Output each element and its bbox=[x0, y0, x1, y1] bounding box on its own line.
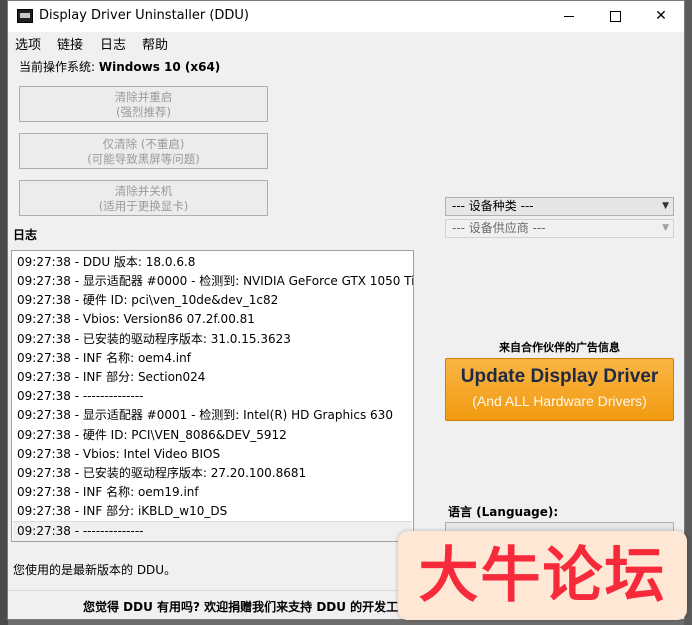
clean-restart-sublabel: (强烈推荐) bbox=[116, 105, 171, 119]
log-line: 09:27:38 - Vbios: Version86 07.2f.00.81 bbox=[17, 312, 255, 326]
watermark-text: 大牛论坛 bbox=[418, 541, 667, 611]
device-type-select[interactable]: --- 设备种类 --- ▼ bbox=[445, 197, 674, 216]
device-vendor-select[interactable]: --- 设备供应商 --- ▼ bbox=[445, 219, 674, 238]
menu-bar: 选项 链接 日志 帮助 bbox=[8, 32, 684, 53]
log-line: 09:27:38 - 硬件 ID: PCI\VEN_8086&DEV_5912 bbox=[17, 428, 287, 442]
clean-shutdown-sublabel: (适用于更换显卡) bbox=[98, 199, 189, 213]
log-line: 09:27:38 - -------------- bbox=[17, 389, 144, 403]
close-icon[interactable]: ✕ bbox=[638, 1, 684, 32]
device-type-value: --- 设备种类 --- bbox=[452, 199, 534, 213]
clean-restart-label: 清除并重启 bbox=[114, 90, 173, 104]
clean-no-restart-button[interactable]: 仅清除 (不重启) (可能导致黑屏等问题) bbox=[19, 133, 268, 169]
menu-log[interactable]: 日志 bbox=[100, 34, 126, 53]
menu-help[interactable]: 帮助 bbox=[142, 34, 168, 53]
desktop-background-right bbox=[684, 0, 692, 625]
title-bar[interactable]: Display Driver Uninstaller (DDU) ✕ bbox=[8, 1, 684, 32]
menu-options[interactable]: 选项 bbox=[15, 34, 41, 53]
window-title: Display Driver Uninstaller (DDU) bbox=[39, 8, 250, 23]
language-label: 语言 (Language): bbox=[448, 505, 559, 519]
clean-no-restart-label: 仅清除 (不重启) bbox=[102, 137, 185, 151]
clean-no-restart-sublabel: (可能导致黑屏等问题) bbox=[87, 152, 200, 166]
clean-shutdown-label: 清除并关机 bbox=[114, 184, 173, 198]
log-line: 09:27:38 - 已安装的驱动程序版本: 27.20.100.8681 bbox=[17, 466, 307, 480]
device-vendor-value: --- 设备供应商 --- bbox=[452, 221, 546, 235]
maximize-icon[interactable] bbox=[592, 1, 638, 32]
log-line: 09:27:38 - 显示适配器 #0000 - 检测到: NVIDIA GeF… bbox=[17, 274, 414, 288]
ddu-app-icon bbox=[17, 9, 33, 23]
log-line: 09:27:38 - INF 名称: oem4.inf bbox=[17, 351, 191, 365]
log-line: 09:27:38 - INF 部分: Section024 bbox=[17, 370, 206, 384]
log-line: 09:27:38 - INF 部分: iKBLD_w10_DS bbox=[17, 504, 228, 518]
os-label: 当前操作系统: bbox=[19, 60, 96, 74]
donate-link[interactable]: 您觉得 DDU 有用吗? 欢迎捐赠我们来支持 DDU 的开发工作 bbox=[83, 598, 410, 615]
log-line: 09:27:38 - 硬件 ID: pci\ven_10de&dev_1c82 bbox=[17, 293, 279, 307]
ad-caption: 来自合作伙伴的广告信息 bbox=[499, 341, 620, 354]
minimize-icon[interactable] bbox=[546, 1, 592, 32]
log-label: 日志 bbox=[13, 228, 38, 242]
log-line: 09:27:38 - 已安装的驱动程序版本: 31.0.15.3623 bbox=[17, 332, 291, 346]
log-line: 09:27:38 - INF 名称: oem19.inf bbox=[17, 485, 199, 499]
status-text: 您使用的是最新版本的 DDU。 bbox=[13, 563, 177, 577]
log-line: 09:27:38 - 显示适配器 #0001 - 检测到: Intel(R) H… bbox=[17, 408, 393, 422]
ad-subtitle: (And ALL Hardware Drivers) bbox=[472, 393, 647, 409]
update-driver-ad-button[interactable]: Update Display Driver (And ALL Hardware … bbox=[445, 358, 674, 421]
ddu-window: Display Driver Uninstaller (DDU) ✕ 选项 链接… bbox=[7, 0, 685, 620]
chevron-down-icon: ▼ bbox=[662, 223, 669, 233]
log-line: 09:27:38 - Vbios: Intel Video BIOS bbox=[17, 447, 221, 461]
log-list[interactable]: 09:27:38 - DDU 版本: 18.0.6.8 09:27:38 - 显… bbox=[11, 250, 414, 542]
log-line-selected: 09:27:38 - -------------- bbox=[13, 521, 412, 541]
clean-shutdown-button[interactable]: 清除并关机 (适用于更换显卡) bbox=[19, 180, 268, 216]
os-info: 当前操作系统: Windows 10 (x64) bbox=[19, 58, 220, 75]
log-line: 09:27:38 - DDU 版本: 18.0.6.8 bbox=[17, 255, 196, 269]
ad-title: Update Display Driver bbox=[460, 366, 659, 387]
os-value: Windows 10 (x64) bbox=[98, 60, 221, 74]
menu-links[interactable]: 链接 bbox=[57, 34, 83, 53]
forum-watermark: 大牛论坛 bbox=[398, 531, 687, 620]
clean-restart-button[interactable]: 清除并重启 (强烈推荐) bbox=[19, 86, 268, 122]
chevron-down-icon: ▼ bbox=[662, 201, 669, 211]
